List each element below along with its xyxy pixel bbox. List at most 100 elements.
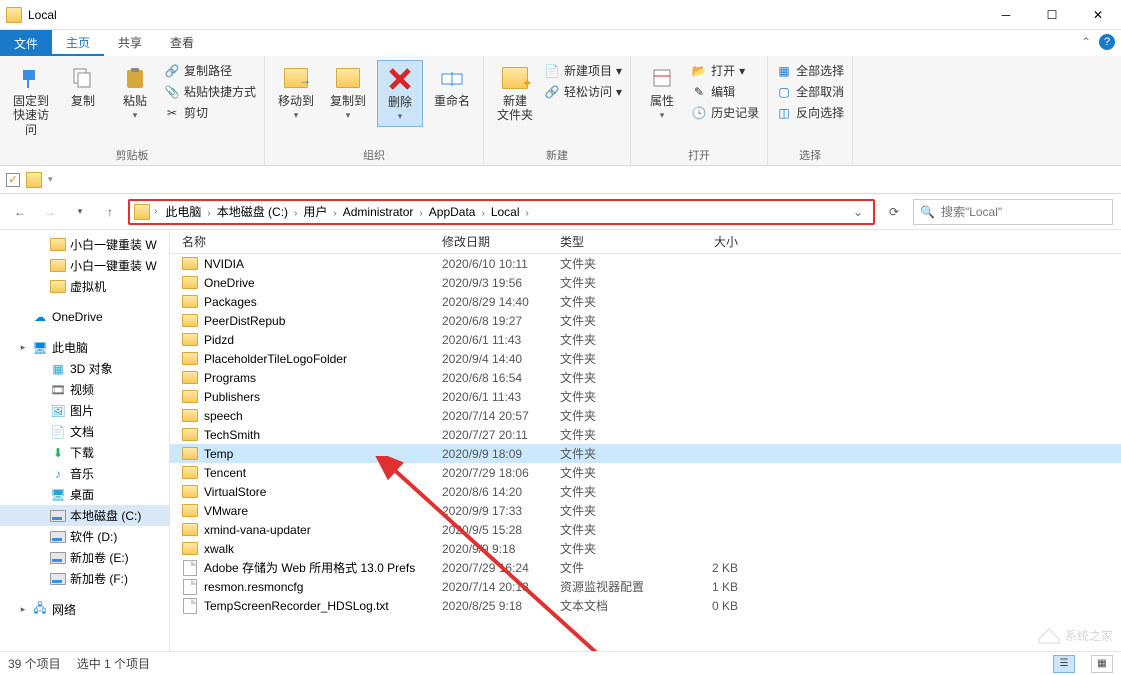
tab-home[interactable]: 主页 xyxy=(52,30,104,56)
tree-item[interactable]: 新加卷 (F:) xyxy=(0,568,169,589)
move-to-button[interactable]: →移动到 xyxy=(273,60,319,125)
chevron-right-icon[interactable]: › xyxy=(479,208,486,219)
table-row[interactable]: Tencent2020/7/29 18:06文件夹 xyxy=(170,463,1121,482)
checkbox-icon[interactable]: ✓ xyxy=(6,173,20,187)
folder-icon[interactable] xyxy=(26,172,42,188)
tree-item[interactable]: ▸🖥此电脑 xyxy=(0,337,169,358)
breadcrumb[interactable]: › 此电脑›本地磁盘 (C:)›用户›Administrator›AppData… xyxy=(128,199,875,225)
invert-selection-button[interactable]: ◫反向选择 xyxy=(776,104,844,121)
copy-to-button[interactable]: 复制到 xyxy=(325,60,371,125)
paste-shortcut-button[interactable]: 📎粘贴快捷方式 xyxy=(164,83,256,100)
table-row[interactable]: Temp2020/9/9 18:09文件夹 xyxy=(170,444,1121,463)
breadcrumb-segment[interactable]: 此电脑 xyxy=(161,205,205,219)
tree-item[interactable]: 新加卷 (E:) xyxy=(0,547,169,568)
breadcrumb-segment[interactable]: Administrator xyxy=(339,205,418,219)
chevron-right-icon[interactable]: › xyxy=(524,208,531,219)
table-row[interactable]: Publishers2020/6/1 11:43文件夹 xyxy=(170,387,1121,406)
refresh-button[interactable]: ⟳ xyxy=(881,199,907,225)
tree-item[interactable]: 🖼图片 xyxy=(0,400,169,421)
file-list[interactable]: 名称 修改日期 类型 大小 NVIDIA2020/6/10 10:11文件夹On… xyxy=(170,230,1121,651)
new-item-button[interactable]: 📄新建项目 ▾ xyxy=(544,62,622,79)
table-row[interactable]: speech2020/7/14 20:57文件夹 xyxy=(170,406,1121,425)
file-name: xwalk xyxy=(204,542,442,556)
tree-item[interactable]: 软件 (D:) xyxy=(0,526,169,547)
up-button[interactable]: ↑ xyxy=(98,200,122,224)
nav-tree[interactable]: 小白一键重装 W小白一键重装 W虚拟机☁OneDrive▸🖥此电脑▦3D 对象🎞… xyxy=(0,230,170,651)
dropdown-icon[interactable]: ⌄ xyxy=(847,205,869,219)
col-type[interactable]: 类型 xyxy=(560,233,678,250)
minimize-button[interactable]: ─ xyxy=(983,0,1029,30)
delete-button[interactable]: 删除 xyxy=(377,60,423,127)
tree-item[interactable]: 📄文档 xyxy=(0,421,169,442)
tree-item[interactable]: ▦3D 对象 xyxy=(0,358,169,379)
chevron-right-icon[interactable]: › xyxy=(205,208,212,219)
tree-item[interactable]: 虚拟机 xyxy=(0,276,169,297)
table-row[interactable]: PlaceholderTileLogoFolder2020/9/4 14:40文… xyxy=(170,349,1121,368)
search-field[interactable] xyxy=(941,205,1106,219)
collapse-ribbon-icon[interactable]: ⌃ xyxy=(1081,35,1091,49)
table-row[interactable]: xmind-vana-updater2020/9/5 15:28文件夹 xyxy=(170,520,1121,539)
tree-item[interactable]: ⬇下载 xyxy=(0,442,169,463)
tab-view[interactable]: 查看 xyxy=(156,30,208,56)
rename-button[interactable]: 重命名 xyxy=(429,60,475,112)
breadcrumb-segment[interactable]: Local xyxy=(487,205,524,219)
table-row[interactable]: PeerDistRepub2020/6/8 19:27文件夹 xyxy=(170,311,1121,330)
tree-item[interactable]: 小白一键重装 W xyxy=(0,234,169,255)
tree-item[interactable]: 🖥桌面 xyxy=(0,484,169,505)
column-headers[interactable]: 名称 修改日期 类型 大小 xyxy=(170,230,1121,254)
table-row[interactable]: Packages2020/8/29 14:40文件夹 xyxy=(170,292,1121,311)
back-button[interactable]: ← xyxy=(8,200,32,224)
breadcrumb-segment[interactable]: 用户 xyxy=(299,205,331,219)
properties-button[interactable]: 属性 xyxy=(639,60,685,125)
forward-button[interactable]: → xyxy=(38,200,62,224)
history-button[interactable]: 🕓历史记录 xyxy=(691,104,759,121)
tree-item[interactable]: ☁OneDrive xyxy=(0,307,169,327)
copy-button[interactable]: 复制 xyxy=(60,60,106,112)
details-view-button[interactable]: ☰ xyxy=(1053,655,1075,673)
expand-icon[interactable]: ▸ xyxy=(18,604,28,615)
table-row[interactable]: VMware2020/9/9 17:33文件夹 xyxy=(170,501,1121,520)
breadcrumb-segment[interactable]: 本地磁盘 (C:) xyxy=(213,205,292,219)
pin-quick-access-button[interactable]: 固定到快速访问 xyxy=(8,60,54,141)
new-folder-button[interactable]: ✦新建 文件夹 xyxy=(492,60,538,127)
tab-file[interactable]: 文件 xyxy=(0,30,52,56)
tree-item[interactable]: 本地磁盘 (C:) xyxy=(0,505,169,526)
col-name[interactable]: 名称 xyxy=(182,233,442,250)
search-input[interactable]: 🔍 xyxy=(913,199,1113,225)
tab-share[interactable]: 共享 xyxy=(104,30,156,56)
col-size[interactable]: 大小 xyxy=(678,233,758,250)
help-icon[interactable]: ? xyxy=(1099,34,1115,50)
chevron-right-icon[interactable]: › xyxy=(331,208,338,219)
maximize-button[interactable]: ☐ xyxy=(1029,0,1075,30)
paste-button[interactable]: 粘贴 xyxy=(112,60,158,125)
edit-button[interactable]: ✎编辑 xyxy=(691,83,759,100)
recent-locations-button[interactable]: ▾ xyxy=(68,200,92,224)
tiles-view-button[interactable]: ▦ xyxy=(1091,655,1113,673)
table-row[interactable]: TechSmith2020/7/27 20:11文件夹 xyxy=(170,425,1121,444)
cut-button[interactable]: ✂剪切 xyxy=(164,104,256,121)
table-row[interactable]: Programs2020/6/8 16:54文件夹 xyxy=(170,368,1121,387)
table-row[interactable]: NVIDIA2020/6/10 10:11文件夹 xyxy=(170,254,1121,273)
open-button[interactable]: 📂打开 ▾ xyxy=(691,62,759,79)
tree-item[interactable]: 小白一键重装 W xyxy=(0,255,169,276)
chevron-right-icon[interactable]: › xyxy=(417,208,424,219)
table-row[interactable]: OneDrive2020/9/3 19:56文件夹 xyxy=(170,273,1121,292)
table-row[interactable]: resmon.resmoncfg2020/7/14 20:13资源监视器配置1 … xyxy=(170,577,1121,596)
table-row[interactable]: xwalk2020/9/9 9:18文件夹 xyxy=(170,539,1121,558)
col-date[interactable]: 修改日期 xyxy=(442,233,560,250)
chevron-right-icon[interactable]: › xyxy=(152,206,159,217)
breadcrumb-segment[interactable]: AppData xyxy=(425,205,480,219)
tree-item[interactable]: ▸🖧网络 xyxy=(0,599,169,620)
table-row[interactable]: Adobe 存储为 Web 所用格式 13.0 Prefs2020/7/29 1… xyxy=(170,558,1121,577)
tree-item[interactable]: ♪音乐 xyxy=(0,463,169,484)
copy-path-button[interactable]: 🔗复制路径 xyxy=(164,62,256,79)
table-row[interactable]: TempScreenRecorder_HDSLog.txt2020/8/25 9… xyxy=(170,596,1121,615)
select-all-button[interactable]: ▦全部选择 xyxy=(776,62,844,79)
close-button[interactable]: ✕ xyxy=(1075,0,1121,30)
expand-icon[interactable]: ▸ xyxy=(18,342,28,353)
select-none-button[interactable]: ▢全部取消 xyxy=(776,83,844,100)
table-row[interactable]: Pidzd2020/6/1 11:43文件夹 xyxy=(170,330,1121,349)
tree-item[interactable]: 🎞视频 xyxy=(0,379,169,400)
easy-access-button[interactable]: 🔗轻松访问 ▾ xyxy=(544,83,622,100)
table-row[interactable]: VirtualStore2020/8/6 14:20文件夹 xyxy=(170,482,1121,501)
